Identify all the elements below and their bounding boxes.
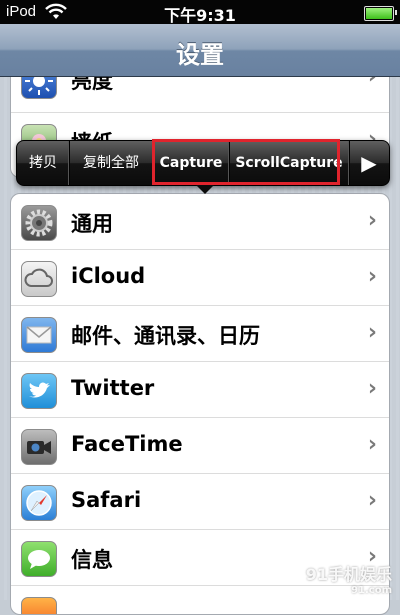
- mail-icon: [21, 317, 57, 353]
- settings-row-facetime[interactable]: FaceTime ›: [11, 418, 389, 474]
- general-gear-icon: [21, 205, 57, 241]
- settings-row-label: 信息: [71, 548, 113, 572]
- settings-group-main: 通用 › iCloud › 邮件、通讯录、日历 › Twitter › Face…: [10, 193, 390, 615]
- navigation-bar: 设置: [0, 24, 400, 77]
- menu-item-copy-all[interactable]: 复制全部: [69, 141, 154, 185]
- facetime-icon: [21, 429, 57, 465]
- chevron-right-icon: ›: [367, 208, 377, 233]
- popup-pointer: [195, 184, 215, 194]
- settings-row-safari[interactable]: Safari ›: [11, 474, 389, 530]
- settings-row-label: Safari: [71, 488, 142, 512]
- settings-row-label: Twitter: [71, 376, 155, 400]
- chevron-right-icon: ›: [367, 264, 377, 289]
- chevron-right-icon: ›: [367, 376, 377, 401]
- settings-row-label: iCloud: [71, 264, 146, 288]
- chevron-right-icon: ›: [367, 320, 377, 345]
- messages-icon: [21, 541, 57, 577]
- icloud-icon: [21, 261, 57, 297]
- settings-row-label: FaceTime: [71, 432, 183, 456]
- settings-row-label: 通用: [71, 212, 113, 236]
- twitter-icon: [21, 373, 57, 409]
- menu-item-copy[interactable]: 拷贝: [17, 141, 70, 185]
- settings-row-general[interactable]: 通用 ›: [11, 194, 389, 250]
- safari-icon: [21, 485, 57, 521]
- chevron-right-icon: ›: [367, 432, 377, 457]
- settings-row-twitter[interactable]: Twitter ›: [11, 362, 389, 418]
- site-watermark: 91手机娱乐 91.com: [305, 565, 392, 596]
- status-time: 下午9:31: [164, 6, 236, 25]
- settings-row-icloud[interactable]: iCloud ›: [11, 250, 389, 306]
- battery-icon: [364, 6, 397, 21]
- capture-highlight-box: [152, 139, 340, 185]
- settings-row-mail[interactable]: 邮件、通讯录、日历 ›: [11, 306, 389, 362]
- chevron-right-icon: ›: [367, 488, 377, 513]
- status-bar: iPod 下午9:31: [0, 0, 400, 25]
- settings-row-label: 邮件、通讯录、日历: [71, 324, 260, 348]
- page-title: 设置: [176, 41, 224, 69]
- next-arrow-icon[interactable]: ▶: [349, 141, 389, 185]
